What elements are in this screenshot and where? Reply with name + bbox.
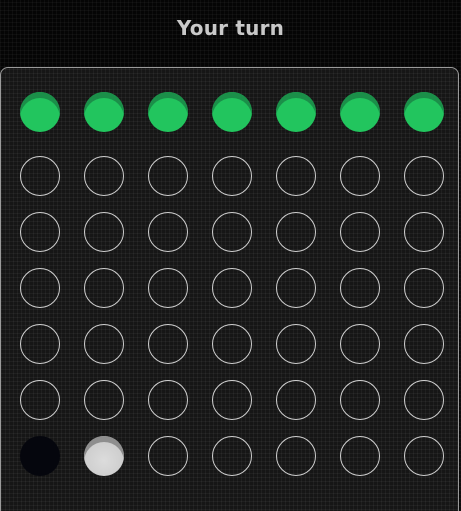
empty-slot (84, 212, 124, 252)
empty-slot (212, 156, 252, 196)
empty-slot (20, 324, 60, 364)
game-screen: Your turn (0, 0, 461, 511)
empty-slot (20, 212, 60, 252)
empty-slot (84, 324, 124, 364)
empty-slot (148, 324, 188, 364)
empty-slot (84, 380, 124, 420)
empty-slot (404, 212, 444, 252)
empty-slot (276, 268, 316, 308)
empty-slot (20, 156, 60, 196)
empty-slot (212, 268, 252, 308)
light-piece (84, 436, 124, 476)
empty-slot (404, 156, 444, 196)
dark-piece (20, 436, 60, 476)
empty-slot (276, 436, 316, 476)
drop-column-1-button[interactable] (20, 92, 60, 132)
empty-slot (276, 324, 316, 364)
empty-slot (340, 380, 380, 420)
empty-slot (84, 156, 124, 196)
column-drop-row (1, 68, 458, 148)
drop-column-5-button[interactable] (276, 92, 316, 132)
empty-slot (148, 212, 188, 252)
empty-slot (340, 268, 380, 308)
empty-slot (404, 436, 444, 476)
drop-column-6-button[interactable] (340, 92, 380, 132)
empty-slot (340, 324, 380, 364)
empty-slot (340, 156, 380, 196)
turn-status: Your turn (176, 16, 285, 40)
drop-column-7-button[interactable] (404, 92, 444, 132)
empty-slot (276, 380, 316, 420)
drop-column-4-button[interactable] (212, 92, 252, 132)
empty-slot (148, 436, 188, 476)
empty-slot (276, 212, 316, 252)
empty-slot (340, 436, 380, 476)
empty-slot (20, 268, 60, 308)
empty-slot (404, 324, 444, 364)
empty-slot (212, 212, 252, 252)
empty-slot (276, 156, 316, 196)
empty-slot (148, 268, 188, 308)
empty-slot (404, 380, 444, 420)
empty-slot (212, 324, 252, 364)
drop-column-2-button[interactable] (84, 92, 124, 132)
empty-slot (212, 436, 252, 476)
empty-slot (20, 380, 60, 420)
empty-slot (148, 156, 188, 196)
empty-slot (340, 212, 380, 252)
empty-slot (84, 268, 124, 308)
drop-column-3-button[interactable] (148, 92, 188, 132)
empty-slot (404, 268, 444, 308)
empty-slot (148, 380, 188, 420)
game-board (0, 67, 459, 511)
empty-slot (212, 380, 252, 420)
